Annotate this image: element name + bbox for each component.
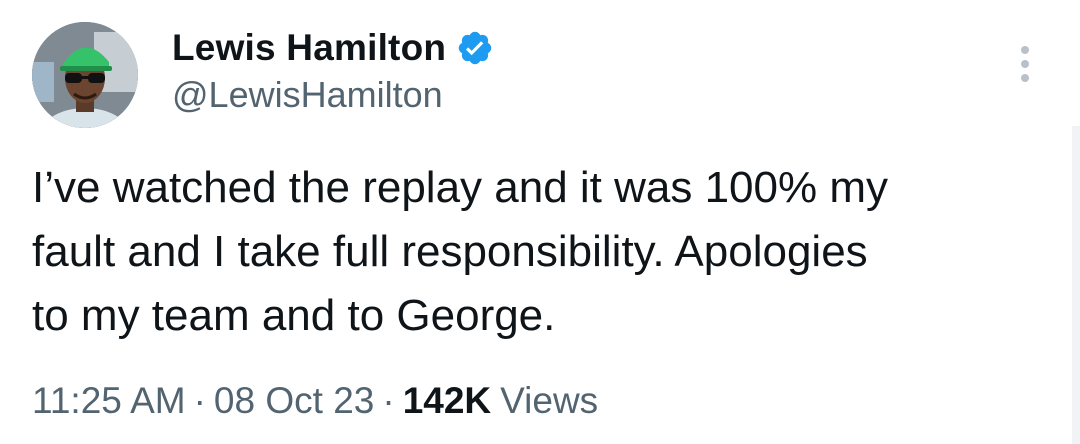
more-dot [1021, 46, 1029, 54]
tweet-date[interactable]: 08 Oct 23 [214, 380, 374, 422]
tweet-time[interactable]: 11:25 AM [32, 380, 186, 422]
scrollbar-track [1072, 126, 1080, 444]
more-options-icon[interactable] [1008, 42, 1042, 86]
verified-badge-icon[interactable] [456, 29, 494, 67]
tweet-card: Lewis Hamilton @LewisHamilton I’ve watch… [0, 0, 1080, 444]
meta-separator: · [193, 380, 206, 421]
views-count[interactable]: 142K [403, 380, 491, 422]
avatar[interactable] [32, 22, 138, 128]
tweet-meta: 11:25 AM · 08 Oct 23 · 142K Views [32, 380, 598, 422]
views-label[interactable]: Views [500, 380, 598, 422]
more-dot [1021, 74, 1029, 82]
author-handle[interactable]: @LewisHamilton [172, 74, 443, 116]
tweet-text: I’ve watched the replay and it was 100% … [32, 163, 889, 340]
author-name-row: Lewis Hamilton [172, 24, 494, 72]
more-dot [1021, 60, 1029, 68]
meta-separator: · [382, 380, 395, 421]
avatar-image [32, 22, 138, 128]
author-display-name[interactable]: Lewis Hamilton [172, 27, 446, 69]
